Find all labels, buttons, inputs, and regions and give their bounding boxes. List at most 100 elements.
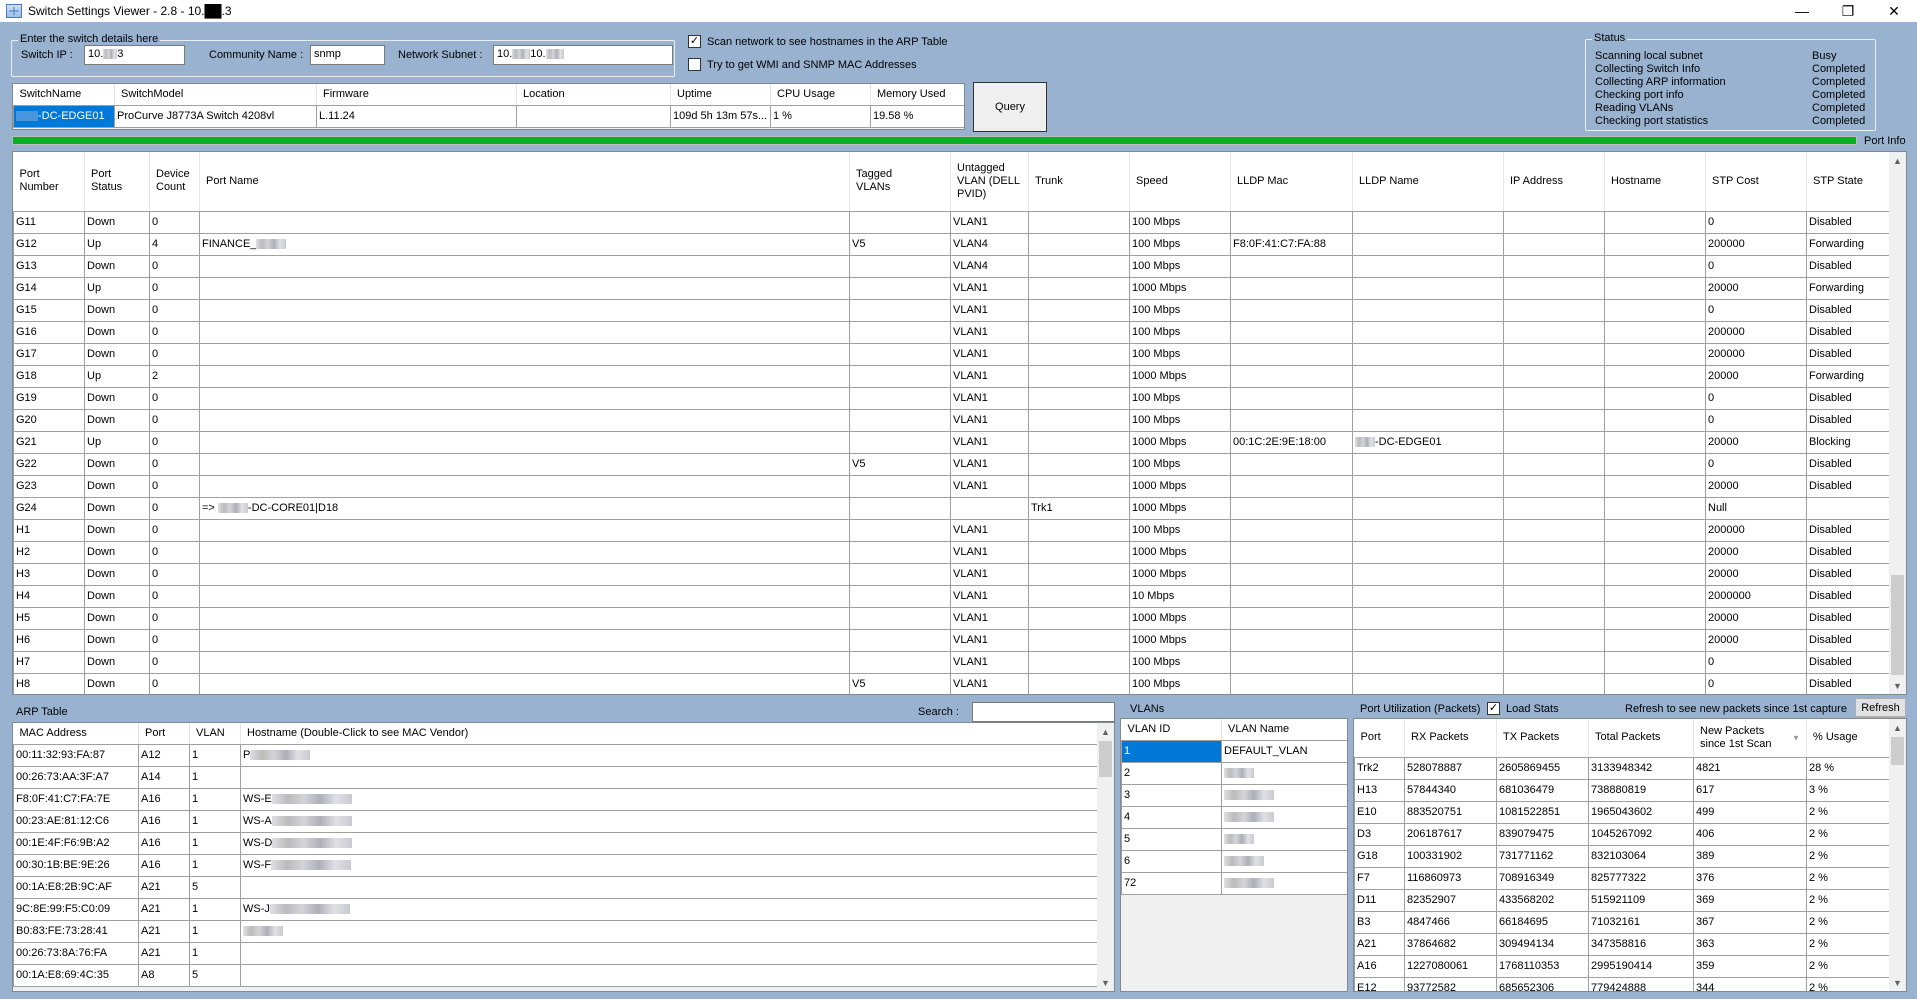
cell[interactable]	[1352, 629, 1504, 652]
port-row[interactable]: G22 Down 0 V5 VLAN1 100 Mbps 0 Disabled	[13, 453, 1890, 476]
cell[interactable]: 00:23:AE:81:12:C6	[13, 810, 139, 833]
cell[interactable]	[1028, 629, 1130, 652]
cell[interactable]	[1221, 762, 1347, 785]
cell[interactable]: Disabled	[1806, 409, 1890, 432]
cell[interactable]: Up	[84, 233, 150, 256]
cell[interactable]	[849, 497, 951, 520]
cell[interactable]: 0	[1705, 409, 1807, 432]
cell[interactable]	[1503, 255, 1605, 278]
cell[interactable]: A21	[138, 898, 190, 921]
cell[interactable]: 71032161	[1588, 911, 1694, 934]
cell[interactable]: H2	[13, 541, 85, 564]
cell[interactable]: G16	[13, 321, 85, 344]
cell[interactable]	[1028, 541, 1130, 564]
cell[interactable]: 200000	[1705, 321, 1807, 344]
cell[interactable]: WS-J	[240, 898, 1099, 921]
cell[interactable]	[1352, 563, 1504, 586]
cell[interactable]: Disabled	[1806, 519, 1890, 542]
cell[interactable]: 1	[1121, 740, 1222, 763]
cell[interactable]: 4847466	[1404, 911, 1497, 934]
cell[interactable]	[1503, 299, 1605, 322]
port-row[interactable]: H1 Down 0 VLAN1 100 Mbps 200000 Disabled	[13, 519, 1890, 542]
cell[interactable]: 2605869455	[1496, 757, 1589, 780]
cell[interactable]: G11	[13, 211, 85, 234]
cell[interactable]: 20000	[1705, 277, 1807, 300]
col-header[interactable]: Total Packets	[1588, 719, 1694, 758]
port-row[interactable]: G21 Up 0 VLAN1 1000 Mbps 00:1C:2E:9E:18:00 -DC…	[13, 431, 1890, 454]
cell[interactable]	[1604, 453, 1706, 476]
cell[interactable]: 3	[1121, 784, 1222, 807]
cell[interactable]	[1352, 585, 1504, 608]
cell[interactable]: 4821	[1693, 757, 1807, 780]
cell[interactable]: 0	[1705, 673, 1807, 694]
cell[interactable]: 376	[1693, 867, 1807, 890]
cell[interactable]: 0	[149, 497, 200, 520]
cell[interactable]	[849, 321, 951, 344]
cell[interactable]: Disabled	[1806, 387, 1890, 410]
cell[interactable]: Forwarding	[1806, 233, 1890, 256]
scroll-up-arrow[interactable]: ▲	[1889, 152, 1906, 169]
cell[interactable]: G14	[13, 277, 85, 300]
cell[interactable]: Disabled	[1806, 541, 1890, 564]
cell[interactable]: 20000	[1705, 475, 1807, 498]
cell[interactable]: VLAN1	[950, 343, 1029, 366]
cell[interactable]: VLAN1	[950, 431, 1029, 454]
cell[interactable]	[1604, 673, 1706, 694]
cell[interactable]	[1352, 387, 1504, 410]
cell[interactable]	[1221, 784, 1347, 807]
cell[interactable]: 1	[189, 832, 241, 855]
cell[interactable]	[1352, 497, 1504, 520]
cell[interactable]: 100 Mbps	[1129, 321, 1231, 344]
col-header[interactable]: LLDP Mac	[1230, 152, 1353, 212]
cell[interactable]: 100 Mbps	[1129, 211, 1231, 234]
arp-row[interactable]: 00:11:32:93:FA:87 A12 1 P	[13, 744, 1099, 767]
scroll-down-arrow[interactable]: ▼	[1889, 677, 1906, 694]
cell[interactable]: 57844340	[1404, 779, 1497, 802]
cell[interactable]: Disabled	[1806, 563, 1890, 586]
cell[interactable]: 100 Mbps	[1129, 651, 1231, 674]
vlan-row[interactable]: 3	[1121, 784, 1347, 807]
cell[interactable]	[1028, 365, 1130, 388]
cell[interactable]: 0	[149, 211, 200, 234]
cell[interactable]: 0	[149, 651, 200, 674]
cell[interactable]: A21	[138, 876, 190, 899]
port-row[interactable]: G24 Down 0 => -DC-CORE01|D18 Trk1 1000 Mbps Nu…	[13, 497, 1890, 520]
arp-row[interactable]: 00:26:73:8A:76:FA A21 1	[13, 942, 1099, 965]
cell[interactable]	[1028, 321, 1130, 344]
cell[interactable]: 5	[189, 876, 241, 899]
cell[interactable]: 499	[1693, 801, 1807, 824]
cell[interactable]: 0	[1705, 387, 1807, 410]
port-row[interactable]: G13 Down 0 VLAN4 100 Mbps 0 Disabled	[13, 255, 1890, 278]
cell[interactable]	[1503, 431, 1605, 454]
cell[interactable]	[1352, 211, 1504, 234]
cell[interactable]: 0	[1705, 299, 1807, 322]
col-header[interactable]: Memory Used	[870, 84, 964, 106]
col-header[interactable]: Untagged VLAN (DELL PVID)	[950, 152, 1029, 212]
cell[interactable]: Forwarding	[1806, 277, 1890, 300]
cell[interactable]: 347358816	[1588, 933, 1694, 956]
cell[interactable]: 825777322	[1588, 867, 1694, 890]
cell[interactable]: Forwarding	[1806, 365, 1890, 388]
cell[interactable]: Trk2	[1354, 757, 1405, 780]
cell[interactable]	[1352, 673, 1504, 694]
cell[interactable]	[199, 673, 850, 694]
arp-row[interactable]: 00:23:AE:81:12:C6 A16 1 WS-A	[13, 810, 1099, 833]
cell[interactable]: Down	[84, 607, 150, 630]
scroll-thumb[interactable]	[1891, 575, 1904, 675]
util-row[interactable]: Trk2 528078887 2605869455 3133948342 4821 28 …	[1354, 757, 1891, 780]
cell[interactable]: Disabled	[1806, 585, 1890, 608]
vlan-row[interactable]: 1 DEFAULT_VLAN	[1121, 740, 1347, 763]
cell[interactable]: 200000	[1705, 233, 1807, 256]
cell[interactable]	[1604, 629, 1706, 652]
cell[interactable]: 200000	[1705, 343, 1807, 366]
cell[interactable]	[1604, 233, 1706, 256]
cell[interactable]: E10	[1354, 801, 1405, 824]
cell[interactable]: 00:26:73:8A:76:FA	[13, 942, 139, 965]
cell[interactable]: 1000 Mbps	[1129, 431, 1231, 454]
cell[interactable]: 3 %	[1806, 779, 1891, 802]
col-header[interactable]: TX Packets	[1496, 719, 1589, 758]
wmi-snmp-checkbox[interactable]: Try to get WMI and SNMP MAC Addresses	[688, 58, 917, 71]
scan-network-checkbox[interactable]: ✓ Scan network to see hostnames in the A…	[688, 35, 948, 48]
cell[interactable]: H13	[1354, 779, 1405, 802]
scroll-down-arrow[interactable]: ▼	[1097, 974, 1114, 991]
